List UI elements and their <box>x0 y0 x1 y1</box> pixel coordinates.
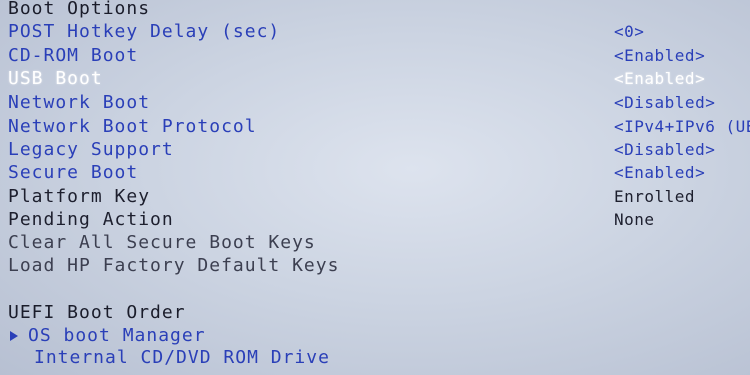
option-value: <Enabled> <box>614 163 706 182</box>
option-pending-action: Pending Action None <box>0 209 750 232</box>
option-label: Clear All Secure Boot Keys <box>8 232 316 253</box>
uefi-boot-order-title: UEFI Boot Order <box>8 302 186 323</box>
option-label: Legacy Support <box>8 139 174 160</box>
option-network-boot-protocol[interactable]: Network Boot Protocol <IPv4+IPv6 (UE <box>0 116 750 139</box>
option-value: None <box>614 210 655 229</box>
option-value: Enrolled <box>614 187 696 206</box>
option-label: Platform Key <box>8 186 151 207</box>
option-label: CD-ROM Boot <box>8 45 139 66</box>
option-usb-boot[interactable]: USB Boot <Enabled> <box>0 68 750 91</box>
uefi-order-item-os-boot-manager[interactable]: OS boot Manager <box>10 325 206 346</box>
option-value: <Disabled> <box>614 140 716 159</box>
bios-boot-options-screen: Boot Options POST Hotkey Delay (sec) <0>… <box>0 0 750 375</box>
option-cdrom-boot[interactable]: CD-ROM Boot <Enabled> <box>0 45 750 68</box>
option-post-hotkey-delay[interactable]: POST Hotkey Delay (sec) <0> <box>0 21 750 44</box>
option-secure-boot[interactable]: Secure Boot <Enabled> <box>0 162 750 185</box>
option-clear-secure-boot-keys[interactable]: Clear All Secure Boot Keys <box>0 232 750 255</box>
option-value: <Enabled> <box>614 69 706 88</box>
option-value: <IPv4+IPv6 (UE <box>614 117 750 136</box>
uefi-order-item-label: Internal CD/DVD ROM Drive <box>34 347 330 368</box>
option-label: Load HP Factory Default Keys <box>8 255 340 276</box>
option-label: Network Boot <box>8 92 151 113</box>
uefi-order-item-label: OS boot Manager <box>28 325 206 346</box>
option-value: <0> <box>614 22 645 41</box>
section-title: Boot Options <box>8 0 151 19</box>
option-label: Secure Boot <box>8 162 139 183</box>
uefi-order-item-internal-dvd[interactable]: Internal CD/DVD ROM Drive <box>34 347 330 368</box>
option-legacy-support[interactable]: Legacy Support <Disabled> <box>0 139 750 162</box>
expand-arrow-icon <box>10 331 18 341</box>
option-value: <Disabled> <box>614 93 716 112</box>
option-label: Pending Action <box>8 209 174 230</box>
option-network-boot[interactable]: Network Boot <Disabled> <box>0 92 750 115</box>
option-label: Network Boot Protocol <box>8 116 257 137</box>
option-load-hp-default-keys[interactable]: Load HP Factory Default Keys <box>0 255 750 278</box>
option-value: <Enabled> <box>614 46 706 65</box>
option-label: USB Boot <box>8 68 103 89</box>
option-platform-key: Platform Key Enrolled <box>0 186 750 209</box>
option-label: POST Hotkey Delay (sec) <box>8 21 281 42</box>
